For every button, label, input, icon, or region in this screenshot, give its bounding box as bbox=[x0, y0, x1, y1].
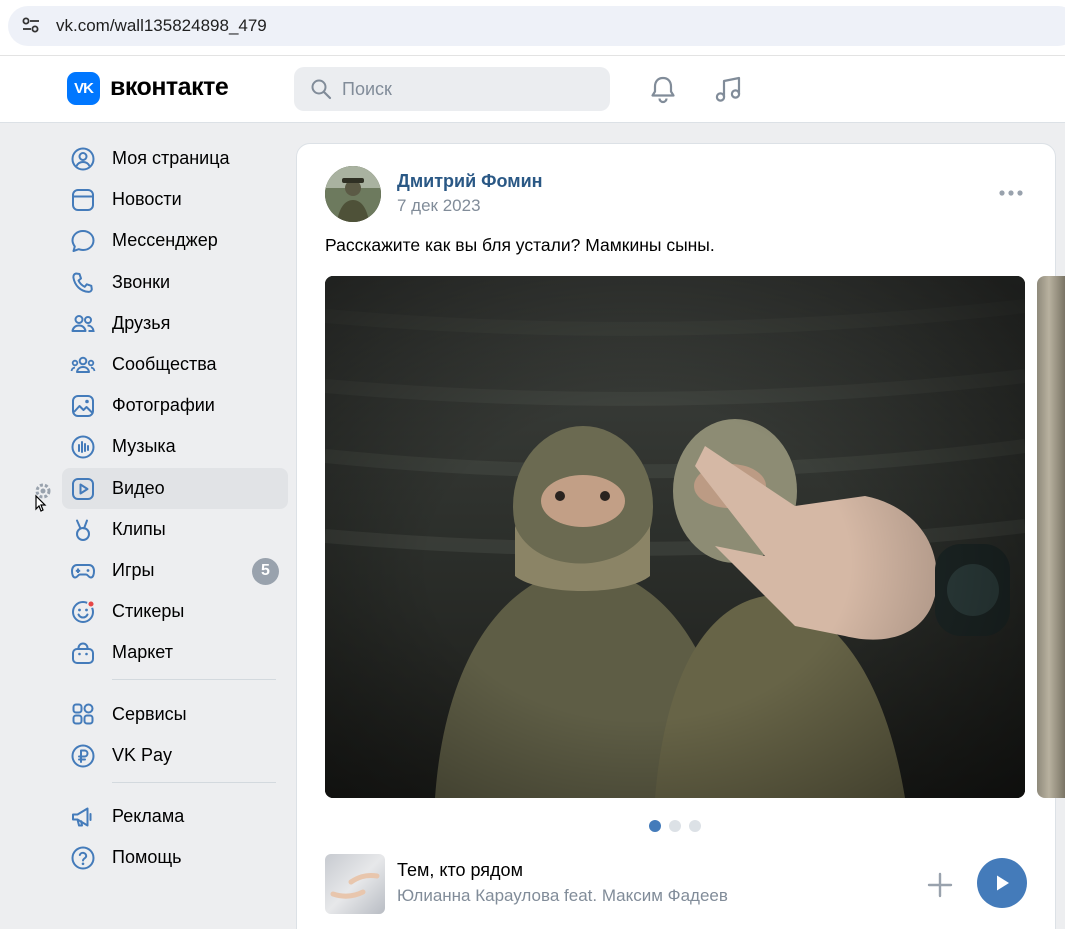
sidebar-item-friends[interactable]: Друзья bbox=[62, 303, 288, 344]
sidebar-item-label: Видео bbox=[112, 477, 165, 498]
sidebar-item-label: Звонки bbox=[112, 271, 171, 292]
news-icon bbox=[72, 189, 94, 212]
post-author[interactable]: Дмитрий Фомин bbox=[397, 171, 543, 192]
play-icon bbox=[997, 875, 1009, 891]
stickers-icon bbox=[72, 600, 96, 624]
sidebar-item-music[interactable]: Музыка bbox=[62, 426, 288, 467]
friends-icon bbox=[71, 314, 95, 332]
sidebar-item-video[interactable]: Видео bbox=[62, 467, 288, 509]
search-input[interactable] bbox=[342, 67, 592, 111]
music-note-icon[interactable] bbox=[712, 73, 744, 105]
vkpay-icon bbox=[71, 744, 95, 768]
sidebar-item-ads[interactable]: Реклама bbox=[62, 796, 288, 837]
audio-cover[interactable] bbox=[325, 854, 385, 914]
gear-icon[interactable] bbox=[30, 480, 56, 514]
audio-title[interactable]: Тем, кто рядом bbox=[397, 860, 523, 881]
audio-artist[interactable]: Юлианна Караулова feat. Максим Фадеев bbox=[397, 886, 728, 906]
services-icon bbox=[72, 703, 94, 725]
sidebar-item-services[interactable]: Сервисы bbox=[62, 693, 288, 734]
wall-post: Дмитрий Фомин 7 дек 2023 Расскажите как … bbox=[296, 143, 1065, 929]
sidebar-item-label: Маркет bbox=[112, 642, 173, 663]
sidebar-item-label: Фотографии bbox=[112, 395, 215, 416]
sidebar-item-label: Помощь bbox=[112, 847, 182, 868]
post-date[interactable]: 7 дек 2023 bbox=[397, 196, 481, 216]
sidebar-item-games[interactable]: Игры 5 bbox=[62, 550, 288, 591]
sidebar-item-label: Реклама bbox=[112, 805, 185, 826]
author-avatar[interactable] bbox=[325, 166, 381, 222]
url-text[interactable]: vk.com/wall135824898_479 bbox=[56, 16, 267, 36]
search-icon bbox=[311, 79, 332, 100]
next-photo-preview[interactable] bbox=[1037, 276, 1065, 798]
video-icon bbox=[72, 477, 94, 500]
sidebar-item-market[interactable]: Маркет bbox=[62, 632, 288, 673]
carousel-dot[interactable] bbox=[689, 820, 701, 832]
sidebar-item-photos[interactable]: Фотографии bbox=[62, 385, 288, 426]
sidebar-item-label: Новости bbox=[112, 189, 182, 210]
carousel-dot[interactable] bbox=[649, 820, 661, 832]
sidebar-item-label: Сервисы bbox=[112, 703, 187, 724]
ads-icon bbox=[72, 807, 92, 827]
sidebar-item-label: Мессенджер bbox=[112, 230, 218, 251]
sidebar-divider bbox=[112, 679, 276, 681]
phone-icon bbox=[72, 272, 93, 293]
sidebar-item-label: Игры bbox=[112, 559, 155, 580]
play-button[interactable] bbox=[977, 858, 1027, 908]
add-audio-icon[interactable] bbox=[927, 872, 953, 898]
sidebar-item-stickers[interactable]: Стикеры bbox=[62, 591, 288, 632]
sidebar-item-vk-pay[interactable]: VK Pay bbox=[62, 735, 288, 776]
message-icon bbox=[71, 230, 95, 253]
music-icon bbox=[71, 435, 95, 459]
left-sidebar: Моя страница Новости Мессенджер Звонки Д… bbox=[62, 138, 288, 878]
clips-icon bbox=[76, 519, 90, 541]
sidebar-item-label: Сообщества bbox=[112, 354, 217, 375]
photo-icon bbox=[72, 395, 94, 418]
user-circle-icon bbox=[71, 147, 95, 171]
sidebar-item-label: Музыка bbox=[112, 436, 176, 457]
avatar-photo bbox=[325, 166, 381, 222]
search-box bbox=[294, 67, 610, 111]
vk-logo-icon[interactable]: VK bbox=[67, 72, 100, 105]
help-icon bbox=[71, 846, 95, 870]
vk-header: VK вконтакте bbox=[0, 56, 1065, 123]
carousel-dot[interactable] bbox=[669, 820, 681, 832]
sidebar-item-messenger[interactable]: Мессенджер bbox=[62, 220, 288, 261]
sidebar-item-label: Клипы bbox=[112, 518, 166, 539]
vk-logo-text[interactable]: вконтакте bbox=[110, 73, 229, 102]
sidebar-item-communities[interactable]: Сообщества bbox=[62, 344, 288, 385]
sidebar-item-help[interactable]: Помощь bbox=[62, 837, 288, 878]
sidebar-item-label: Моя страница bbox=[112, 148, 230, 169]
sidebar-item-label: Стикеры bbox=[112, 601, 185, 622]
games-count-badge: 5 bbox=[252, 557, 279, 585]
post-photo[interactable] bbox=[325, 276, 1025, 798]
sidebar-item-clips[interactable]: Клипы bbox=[62, 509, 288, 550]
sidebar-divider bbox=[112, 781, 276, 783]
sidebar-item-label: VK Pay bbox=[112, 744, 173, 765]
more-options-icon[interactable] bbox=[997, 185, 1025, 201]
bell-icon[interactable] bbox=[647, 73, 679, 105]
carousel-indicator bbox=[649, 820, 701, 832]
photo-image bbox=[325, 276, 1025, 798]
sidebar-item-my-page[interactable]: Моя страница bbox=[62, 138, 288, 179]
market-icon bbox=[72, 642, 94, 665]
post-text: Расскажите как вы бля устали? Мамкины сы… bbox=[325, 235, 715, 255]
browser-address-bar: vk.com/wall135824898_479 bbox=[0, 0, 1065, 56]
audio-cover-image bbox=[330, 873, 380, 899]
sidebar-item-label: Друзья bbox=[112, 312, 171, 333]
sidebar-item-news[interactable]: Новости bbox=[62, 179, 288, 220]
communities-icon bbox=[70, 356, 96, 373]
site-settings-icon[interactable] bbox=[20, 14, 42, 36]
sidebar-item-calls[interactable]: Звонки bbox=[62, 262, 288, 303]
games-icon bbox=[71, 563, 95, 579]
